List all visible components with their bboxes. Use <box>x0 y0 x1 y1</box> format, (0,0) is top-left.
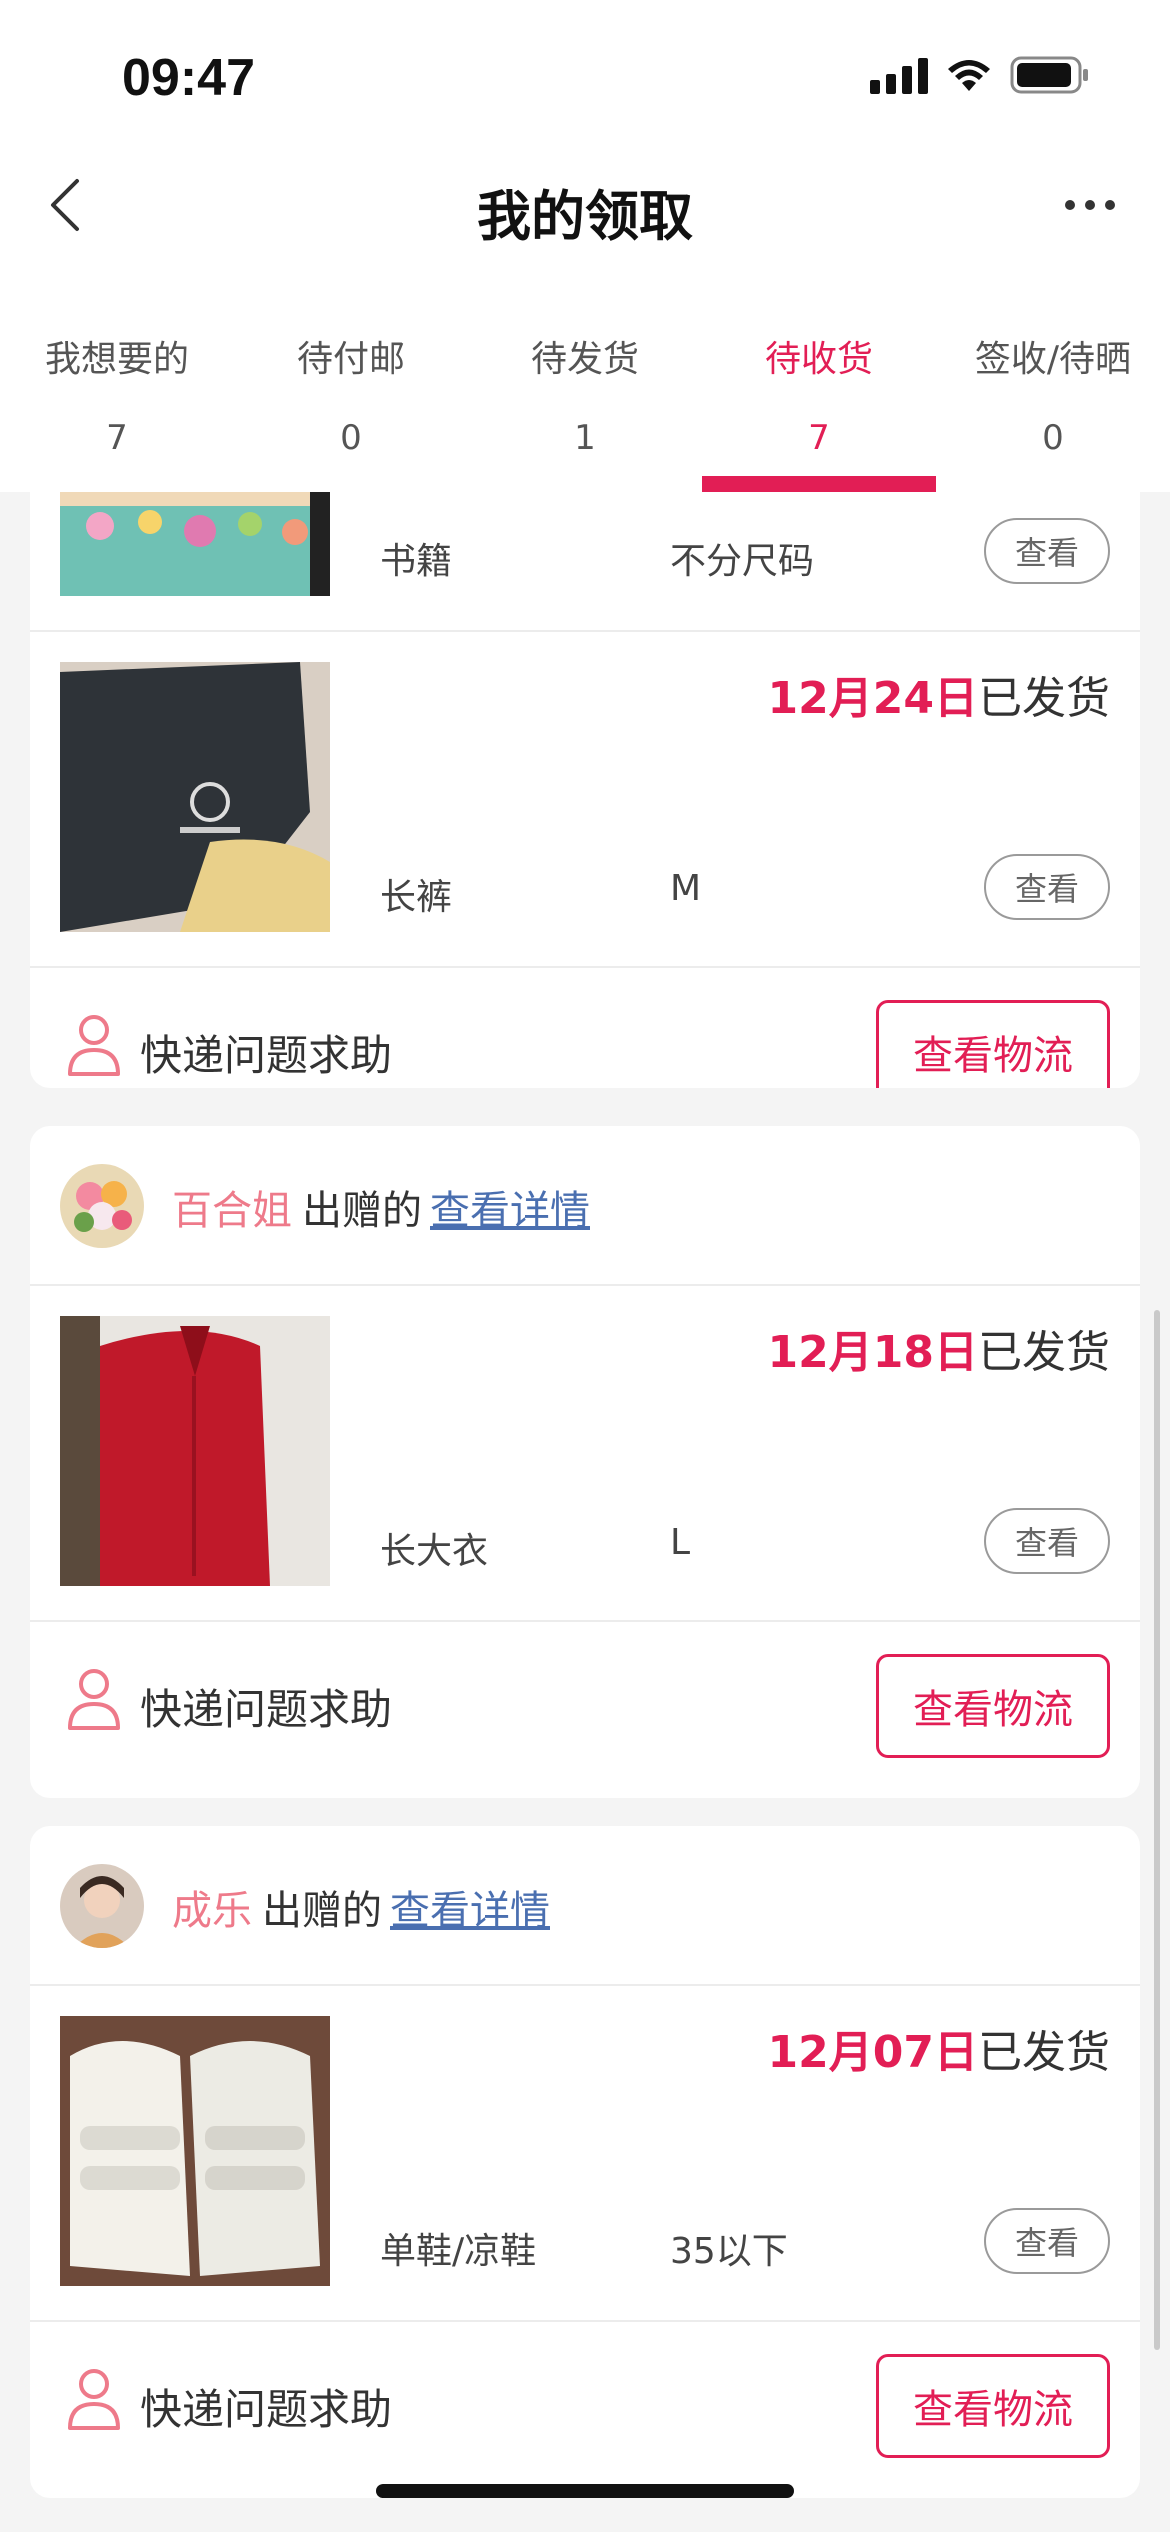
card-footer: 快递问题求助 查看物流 <box>30 968 1140 1088</box>
donor-name[interactable]: 成乐 <box>172 1888 252 1934</box>
view-details-link[interactable]: 查看详情 <box>430 1188 590 1234</box>
tab-count: 7 <box>808 418 830 458</box>
home-indicator[interactable] <box>376 2484 794 2498</box>
ship-status-text: 已发货 <box>978 2027 1110 2078</box>
status-tabs: 我想要的 7 待付邮 0 待发货 1 待收货 7 签收/待晒 0 <box>0 270 1170 492</box>
item-image[interactable] <box>60 662 330 932</box>
donated-label: 出赠的 <box>262 1888 382 1934</box>
navigation-bar: 我的领取 <box>0 140 1170 270</box>
express-help-link[interactable]: 快递问题求助 <box>140 1676 392 1737</box>
ship-date: 12月24日 <box>767 673 978 724</box>
shipping-status: 12月07日已发货 <box>768 2016 1110 2080</box>
user-help-icon[interactable] <box>66 2366 122 2430</box>
tab-count: 0 <box>1042 418 1064 458</box>
card-header: 百合姐 出赠的 查看详情 <box>30 1126 1140 1286</box>
book-image <box>60 492 330 596</box>
donated-label: 出赠的 <box>302 1188 422 1234</box>
tab-label: 我想要的 <box>44 339 189 380</box>
item-category: 单鞋/凉鞋 <box>380 2231 537 2272</box>
tab-pending-receipt[interactable]: 待收货 7 <box>702 270 936 492</box>
cellular-signal-icon <box>870 56 928 94</box>
tab-count: 0 <box>340 418 362 458</box>
pants-image <box>60 662 330 932</box>
item-row[interactable]: 12月18日已发货 长大衣 L 查看 <box>30 1286 1140 1622</box>
view-button[interactable]: 查看 <box>984 1508 1110 1574</box>
order-list[interactable]: 书籍 不分尺码 查看 12月24日已发货 长裤 M 查看 快递问题求助 查看物流… <box>0 492 1170 2532</box>
wifi-icon <box>948 60 990 91</box>
view-button[interactable]: 查看 <box>984 518 1110 584</box>
ship-date: 12月07日 <box>767 2027 978 2078</box>
item-row[interactable]: 12月24日已发货 长裤 M 查看 <box>30 632 1140 968</box>
tab-label: 待收货 <box>764 339 873 380</box>
tab-pending-postage[interactable]: 待付邮 0 <box>234 270 468 492</box>
express-help-link[interactable]: 快递问题求助 <box>140 2376 392 2437</box>
item-category: 长裤 <box>380 877 453 918</box>
donor-name[interactable]: 百合姐 <box>172 1188 292 1234</box>
tab-label: 待付邮 <box>296 339 405 380</box>
tab-signed-review[interactable]: 签收/待晒 0 <box>936 270 1170 492</box>
view-details-link[interactable]: 查看详情 <box>390 1888 550 1934</box>
view-logistics-button[interactable]: 查看物流 <box>876 1654 1110 1758</box>
card-header: 成乐 出赠的 查看详情 <box>30 1826 1140 1986</box>
item-row[interactable]: 12月07日已发货 单鞋/凉鞋 35以下 查看 <box>30 1986 1140 2322</box>
tab-pending-shipment[interactable]: 待发货 1 <box>468 270 702 492</box>
view-button[interactable]: 查看 <box>984 854 1110 920</box>
more-options-icon[interactable] <box>1050 180 1130 230</box>
item-image[interactable] <box>60 1316 330 1586</box>
item-size: 不分尺码 <box>670 541 815 582</box>
order-card: 百合姐 出赠的 查看详情 12月18日已发货 长大衣 L 查看 快递问题求助 查… <box>30 1126 1140 1798</box>
avatar[interactable] <box>60 1864 144 1948</box>
item-category: 长大衣 <box>380 1531 489 1572</box>
battery-icon <box>1010 56 1088 94</box>
shoes-image <box>60 2016 330 2286</box>
tab-count: 7 <box>106 418 128 458</box>
coat-image <box>60 1316 330 1586</box>
status-time: 09:47 <box>122 49 255 107</box>
order-card: 成乐 出赠的 查看详情 12月07日已发货 单鞋/凉鞋 35以下 查看 快递问题… <box>30 1826 1140 2498</box>
ship-date: 12月18日 <box>767 1327 978 1378</box>
status-bar: 09:47 <box>0 0 1170 140</box>
tab-count: 1 <box>574 418 596 458</box>
card-footer: 快递问题求助 查看物流 <box>30 1622 1140 1794</box>
user-help-icon[interactable] <box>66 1666 122 1730</box>
page-title: 我的领取 <box>477 185 693 248</box>
item-size: M <box>670 868 702 909</box>
order-card: 书籍 不分尺码 查看 12月24日已发货 长裤 M 查看 快递问题求助 查看物流 <box>30 492 1140 1088</box>
shipping-status: 12月24日已发货 <box>768 662 1110 726</box>
item-size: L <box>670 1522 691 1563</box>
scrollbar[interactable] <box>1154 1310 1160 2350</box>
item-row[interactable]: 书籍 不分尺码 查看 <box>30 492 1140 632</box>
tab-label: 待发货 <box>530 339 639 380</box>
express-help-link[interactable]: 快递问题求助 <box>140 1022 392 1083</box>
view-logistics-button[interactable]: 查看物流 <box>876 1000 1110 1088</box>
active-tab-indicator <box>702 476 936 492</box>
avatar[interactable] <box>60 1164 144 1248</box>
item-size: 35以下 <box>670 2231 788 2272</box>
card-footer: 快递问题求助 查看物流 <box>30 2322 1140 2494</box>
user-help-icon[interactable] <box>66 1012 122 1076</box>
view-button[interactable]: 查看 <box>984 2208 1110 2274</box>
item-image[interactable] <box>60 2016 330 2286</box>
shipping-status: 12月18日已发货 <box>768 1316 1110 1380</box>
ship-status-text: 已发货 <box>978 1327 1110 1378</box>
view-logistics-button[interactable]: 查看物流 <box>876 2354 1110 2458</box>
item-image[interactable] <box>60 492 330 596</box>
tab-label: 签收/待晒 <box>974 339 1132 380</box>
tab-wanted[interactable]: 我想要的 7 <box>0 270 234 492</box>
item-category: 书籍 <box>380 541 453 582</box>
ship-status-text: 已发货 <box>978 673 1110 724</box>
